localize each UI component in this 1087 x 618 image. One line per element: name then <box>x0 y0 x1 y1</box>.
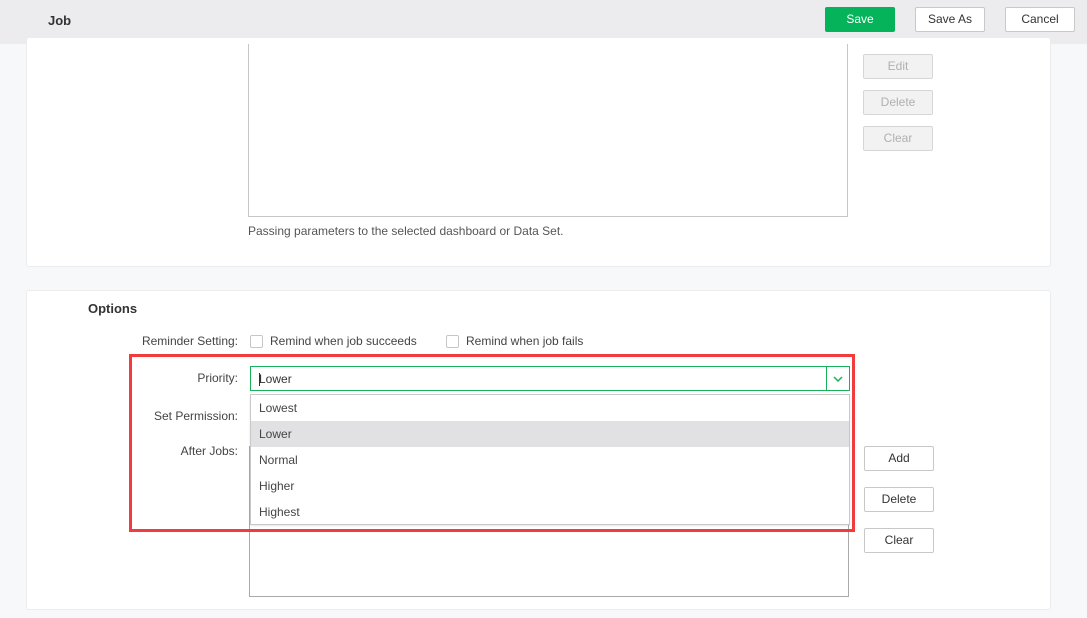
priority-label: Priority: <box>197 371 238 385</box>
remind-fail-checkbox[interactable]: Remind when job fails <box>446 334 583 348</box>
priority-select-value: Lower <box>259 372 292 386</box>
priority-option[interactable]: Normal <box>251 447 849 473</box>
save-as-button[interactable]: Save As <box>915 7 985 32</box>
parameters-hint: Passing parameters to the selected dashb… <box>248 224 564 238</box>
remind-fail-label: Remind when job fails <box>466 334 584 348</box>
add-after-job-button[interactable]: Add <box>864 446 934 471</box>
remind-success-label: Remind when job succeeds <box>270 334 417 348</box>
options-title: Options <box>88 301 138 316</box>
priority-option[interactable]: Lower <box>251 421 849 447</box>
parameters-list[interactable] <box>248 44 848 217</box>
page-title: Job <box>48 13 72 28</box>
clear-after-jobs-button[interactable]: Clear <box>864 528 934 553</box>
priority-select[interactable]: Lower <box>250 366 850 391</box>
clear-parameters-button[interactable]: Clear <box>863 126 933 151</box>
after-jobs-label: After Jobs: <box>180 444 238 458</box>
cancel-button[interactable]: Cancel <box>1005 7 1075 32</box>
delete-parameter-button[interactable]: Delete <box>863 90 933 115</box>
remind-success-checkbox[interactable]: Remind when job succeeds <box>250 334 417 348</box>
checkbox-box[interactable] <box>446 334 459 348</box>
edit-parameter-button[interactable]: Edit <box>863 54 933 79</box>
set-permission-label: Set Permission: <box>153 409 238 423</box>
reminder-setting-label: Reminder Setting: <box>141 334 238 348</box>
delete-after-job-button[interactable]: Delete <box>864 487 934 512</box>
priority-option[interactable]: Lowest <box>251 395 849 421</box>
save-button[interactable]: Save <box>825 7 895 32</box>
chevron-down-icon[interactable] <box>826 367 849 390</box>
priority-option[interactable]: Higher <box>251 473 849 499</box>
priority-dropdown: Lowest Lower Normal Higher Highest <box>250 394 850 525</box>
checkbox-box[interactable] <box>250 334 263 348</box>
priority-option[interactable]: Highest <box>251 499 849 525</box>
